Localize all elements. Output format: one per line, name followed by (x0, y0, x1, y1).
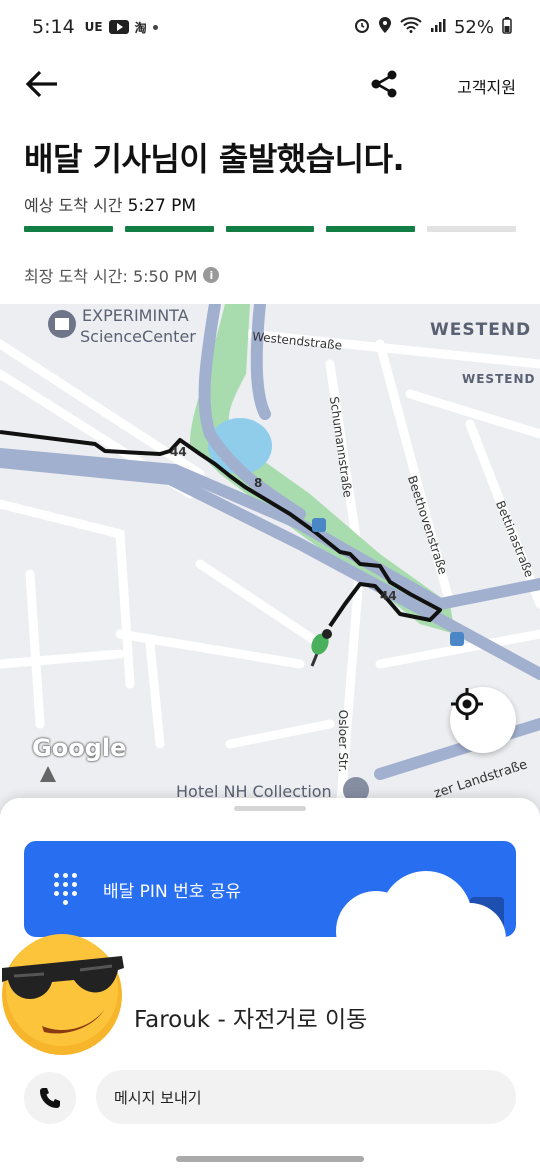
arrow-left-icon (25, 70, 57, 98)
page-title: 배달 기사님이 출발했습니다. (24, 140, 405, 178)
wifi-icon (400, 16, 422, 38)
latest-arrival-text: 최장 도착 시간: 5:50 PM (24, 267, 198, 286)
map-label-osloer: Osloer Str. (336, 709, 351, 773)
recenter-button[interactable] (450, 687, 516, 753)
map-road-number: 44 (170, 445, 187, 459)
message-driver-input[interactable]: 메시지 보내기 (96, 1070, 516, 1124)
back-button[interactable] (22, 66, 62, 102)
status-right: 52% (354, 16, 512, 39)
progress-segment (124, 226, 214, 232)
sheet-drag-handle[interactable] (234, 806, 306, 811)
status-bar: 5:14 UE 淘 52% (0, 0, 540, 54)
map-label-museum: EXPERIMINTA (82, 306, 189, 325)
battery-icon (502, 16, 512, 39)
call-driver-button[interactable] (24, 1072, 76, 1124)
share-button[interactable] (366, 66, 402, 102)
ue-icon: UE (84, 20, 103, 34)
battery-percent: 52% (453, 16, 494, 38)
latest-arrival-row: 최장 도착 시간: 5:50 PM i (24, 263, 220, 287)
status-time: 5:14 (32, 16, 75, 38)
map[interactable]: EXPERIMINTA ScienceCenter Westendstraße … (0, 304, 540, 814)
alarm-icon (354, 17, 370, 38)
signal-icon (430, 17, 446, 38)
map-road-number: 44 (380, 589, 397, 603)
sunglasses-emoji-sticker-icon (2, 934, 124, 1055)
delivery-progress-bar (24, 226, 516, 232)
progress-segment (427, 226, 516, 232)
share-pin-label: 배달 PIN 번호 공유 (103, 881, 242, 902)
eta-label: 예상 도착 시간 (24, 196, 123, 215)
dialpad-icon (54, 873, 77, 905)
google-logo: Google (32, 734, 127, 762)
eta-row: 예상 도착 시간 5:27 PM (24, 192, 196, 216)
map-label-westend-small: WESTEND (462, 372, 536, 386)
support-link[interactable]: 고객지원 (457, 74, 516, 98)
phone-icon (40, 1088, 60, 1108)
bottom-sheet: 배달 PIN 번호 공유 Farouk - 자전거로 이동 메시지 보내기 (0, 798, 540, 1170)
info-icon[interactable]: i (203, 267, 220, 283)
map-label-westend-big: WESTEND (430, 320, 532, 340)
status-left: 5:14 UE 淘 (32, 16, 158, 38)
progress-segment (24, 226, 113, 232)
progress-segment (326, 226, 416, 232)
map-label-museum-2: ScienceCenter (80, 327, 196, 346)
share-pin-button[interactable]: 배달 PIN 번호 공유 (24, 841, 516, 937)
eta-value: 5:27 PM (127, 196, 197, 216)
home-indicator (176, 1156, 364, 1162)
location-icon (378, 16, 392, 39)
taobao-icon: 淘 (134, 20, 147, 35)
progress-segment (225, 226, 315, 232)
share-icon (371, 70, 397, 98)
driver-status-text: Farouk - 자전거로 이동 (134, 1007, 368, 1033)
app-bar: 고객지원 (0, 58, 540, 110)
my-location-icon (451, 688, 483, 720)
map-road-number: 8 (254, 476, 263, 490)
more-notifications-dot-icon (152, 24, 158, 30)
rain-cloud-sticker-icon (336, 871, 506, 937)
driver-row: Farouk - 자전거로 이동 (0, 934, 540, 1058)
notification-icons: UE 淘 (85, 19, 158, 36)
youtube-icon (108, 20, 129, 34)
